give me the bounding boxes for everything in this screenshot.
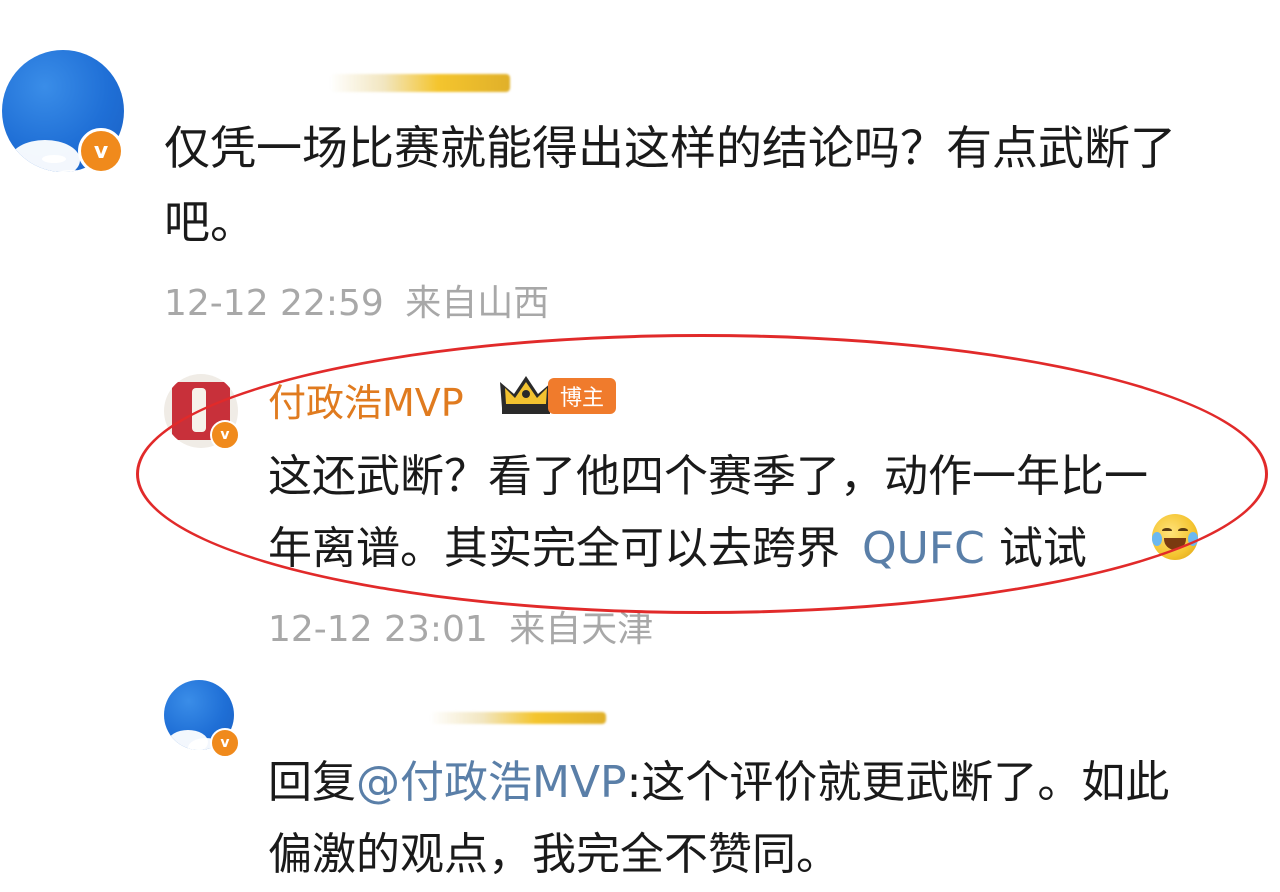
verified-badge-icon: v [78,128,124,174]
reply2-text-line1: 回复@付政浩MVP:这个评价就更武断了。如此 [268,746,1169,810]
reply1-text-line2-b: 试试 [984,523,1087,574]
blogger-username[interactable]: 付政浩MVP [268,372,464,427]
ufc-search-link[interactable]: UFC [897,523,985,574]
reply2-text-rest: :这个评价就更武断了。如此 [626,757,1170,808]
search-icon[interactable]: Q [862,523,897,574]
comment-text-line2: 吧。 [164,195,256,249]
reply1-text-line1: 这还武断？看了他四个赛季了，动作一年比一 [268,451,1148,502]
mention-link[interactable]: @付政浩MVP [356,757,627,808]
blurred-username [430,712,606,724]
reply1-location: 来自天津 [509,609,654,650]
reply1-date: 12-12 23:01 [268,609,488,650]
reply1-meta: 12-12 23:01 来自天津 [268,600,653,652]
crown-icon [500,376,552,414]
reply2-text-line2: 偏激的观点，我完全不赞同。 [268,829,840,880]
blogger-badge: 博主 [548,378,616,414]
reply1-text-line2: 年离谱。其实完全可以去跨界 QUFC 试试 [268,512,1087,576]
laughing-crying-emoji-icon [1152,514,1198,560]
blurred-username [330,74,510,92]
reply2-prefix: 回复 [268,757,356,808]
reply1-text-line2-a: 年离谱。其实完全可以去跨界 [268,523,840,574]
comment-location: 来自山西 [405,283,550,324]
comment-meta: 12-12 22:59 来自山西 [164,274,549,326]
comment-text-line1: 仅凭一场比赛就能得出这样的结论吗？有点武断了 [164,121,1176,175]
verified-badge-icon: v [210,420,240,450]
verified-badge-icon: v [210,728,240,758]
comment-date: 12-12 22:59 [164,283,384,324]
